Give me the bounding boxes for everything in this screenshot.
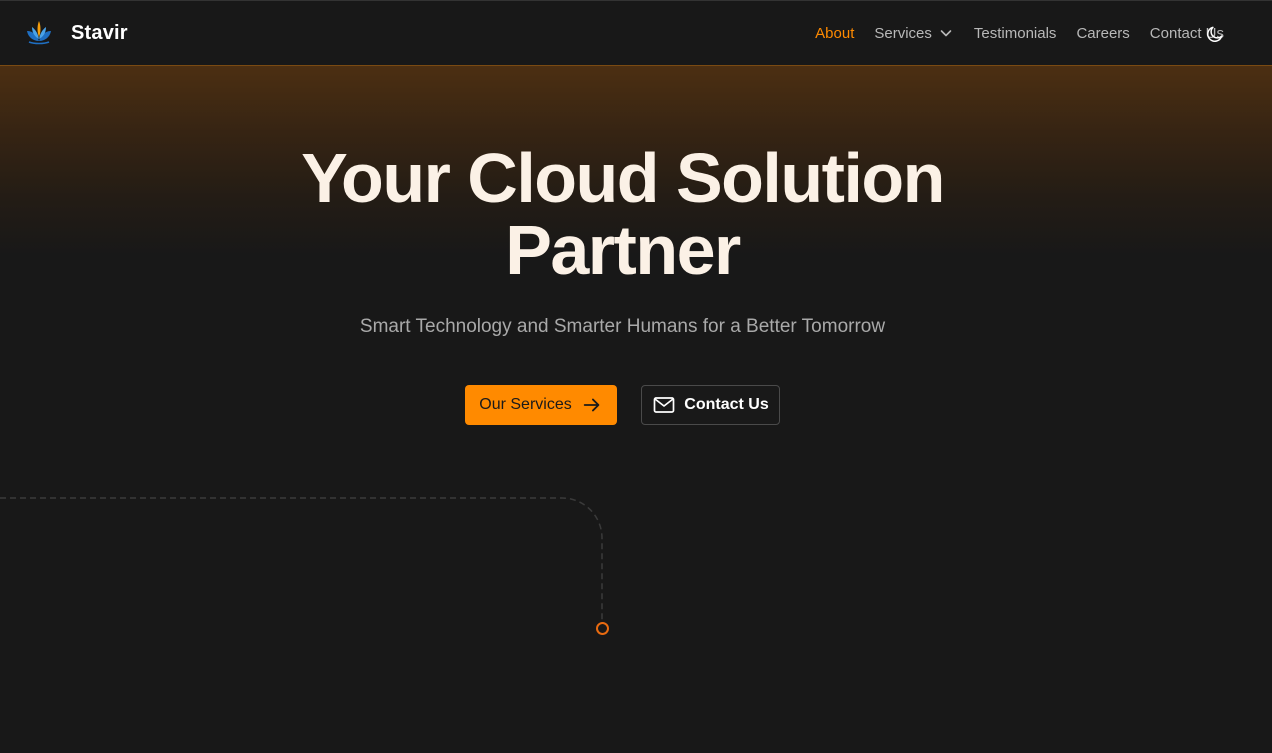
- brand-home-link[interactable]: Stavir: [24, 19, 128, 47]
- top-navbar: Stavir About Services Testimonials Caree…: [0, 0, 1272, 66]
- hero-title: Your Cloud Solution Partner: [0, 142, 1245, 286]
- mail-icon: [653, 397, 675, 413]
- brand-name: Stavir: [71, 21, 128, 44]
- main-nav: About Services Testimonials Careers Cont…: [795, 1, 1224, 65]
- contact-us-button-label: Contact Us: [684, 396, 769, 413]
- connector-end-dot: [596, 622, 609, 635]
- moon-icon: [1207, 26, 1223, 42]
- decorative-connector-line: [0, 497, 609, 635]
- nav-item-about[interactable]: About: [815, 25, 854, 42]
- our-services-button[interactable]: Our Services: [465, 385, 617, 425]
- chevron-down-icon: [940, 30, 952, 37]
- our-services-button-label: Our Services: [479, 396, 572, 413]
- lotus-logo-icon: [27, 21, 51, 45]
- hero-subtitle: Smart Technology and Smarter Humans for …: [359, 316, 886, 337]
- hero-title-line-2: Partner: [505, 211, 741, 289]
- arrow-right-icon: [583, 398, 600, 412]
- contact-us-button[interactable]: Contact Us: [641, 385, 780, 425]
- theme-toggle-button[interactable]: [1204, 23, 1226, 45]
- nav-item-careers[interactable]: Careers: [1076, 25, 1129, 42]
- nav-item-services[interactable]: Services: [874, 25, 954, 42]
- nav-item-services-label: Services: [874, 24, 932, 42]
- nav-item-testimonials[interactable]: Testimonials: [974, 25, 1057, 42]
- hero-title-line-1: Your Cloud Solution: [301, 139, 945, 217]
